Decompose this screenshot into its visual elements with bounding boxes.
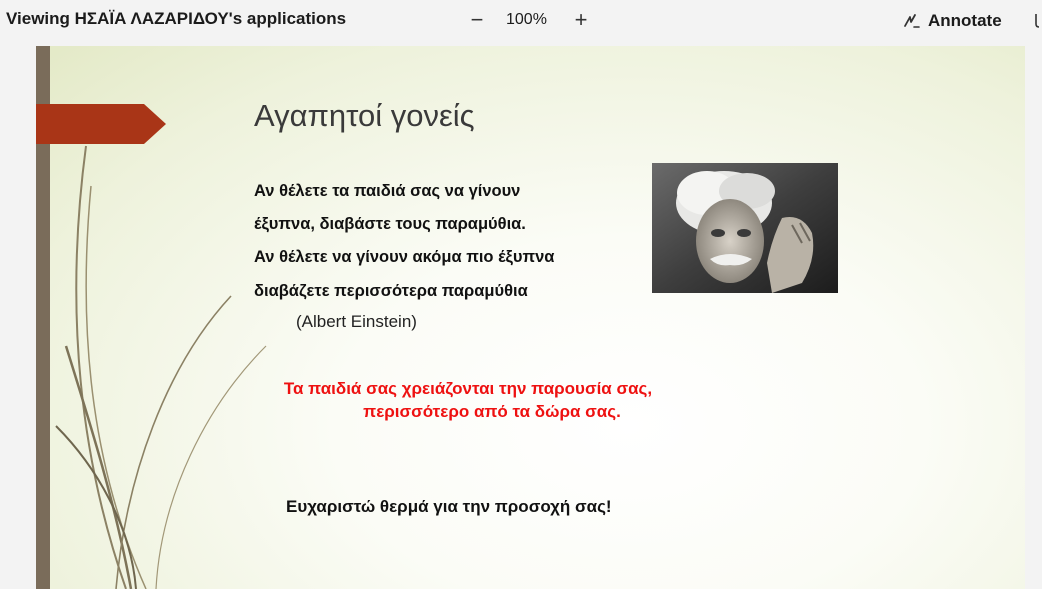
viewer-title: Viewing ΗΣΑΪΑ ΛΑΖΑΡΙΔΟΥ's applications: [6, 9, 347, 28]
overflow-icon[interactable]: [1030, 10, 1042, 34]
einstein-portrait-image: [652, 163, 838, 293]
highlight-line-2: περισσότερο από τα δώρα σας.: [363, 402, 621, 421]
arrow-accent-shape: [36, 104, 166, 144]
quote-line-1: Αν θέλετε τα παιδιά σας να γίνουν: [254, 182, 521, 200]
zoom-in-button[interactable]: +: [570, 6, 592, 34]
zoom-level: 100%: [506, 11, 547, 28]
quote-line-3: Αν θέλετε να γίνουν ακόμα πιο έξυπνα: [254, 248, 555, 266]
pen-scribble-icon: [904, 14, 920, 28]
annotate-label: Annotate: [928, 11, 1002, 30]
annotate-button[interactable]: Annotate: [902, 6, 1012, 36]
highlight-line-1: Τα παιδιά σας χρειάζονται την παρουσία σ…: [283, 379, 653, 398]
chevron-icon: [1035, 14, 1040, 28]
presentation-slide: Αγαπητοί γονείς Αν θέλετε τα παιδιά σας …: [36, 46, 1025, 589]
slide-title: Αγαπητοί γονείς: [254, 98, 475, 133]
zoom-out-button[interactable]: −: [466, 6, 488, 34]
viewer-toolbar: Viewing ΗΣΑΪΑ ΛΑΖΑΡΙΔΟΥ's applications −…: [0, 0, 1042, 44]
quote-line-2: έξυπνα, διαβάστε τους παραμύθια.: [254, 215, 526, 233]
quote-line-4: διαβάζετε περισσότερα παραμύθια: [254, 282, 528, 300]
closing-message: Ευχαριστώ θερμά για την προσοχή σας!: [286, 497, 612, 516]
quote-author: (Albert Einstein): [296, 312, 417, 331]
